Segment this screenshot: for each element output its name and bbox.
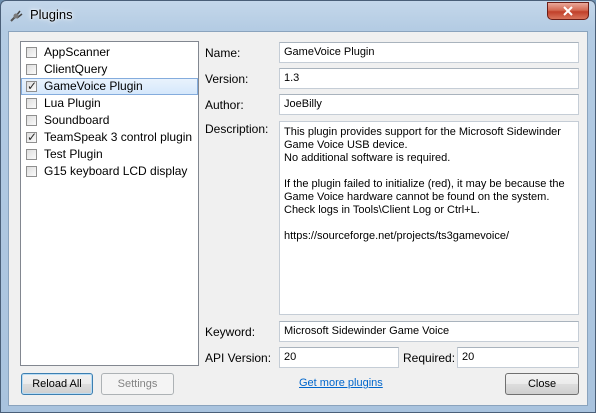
window-title: Plugins: [30, 7, 73, 22]
api-version-field[interactable]: 20: [279, 347, 399, 368]
description-line: No additional software is required.: [284, 152, 451, 164]
required-field[interactable]: 20: [457, 347, 579, 368]
title-bar[interactable]: Plugins: [1, 1, 595, 31]
plugin-enabled-checkbox[interactable]: [26, 64, 37, 75]
description-line: Game Voice hardware cannot be found on t…: [284, 191, 550, 203]
description-line: [284, 217, 574, 230]
window-close-button[interactable]: [547, 2, 589, 20]
name-field[interactable]: GameVoice Plugin: [279, 42, 579, 63]
reload-all-button[interactable]: Reload All: [21, 373, 93, 395]
version-label: Version:: [205, 72, 249, 86]
plugins-window: Plugins AppScanner ClientQuery ✓ GameVoice …: [0, 0, 596, 413]
plugin-list-item[interactable]: Soundboard: [21, 112, 198, 129]
plugin-icon: [10, 10, 23, 22]
plugin-list-item[interactable]: ✓ TeamSpeak 3 control plugin: [21, 129, 198, 146]
plugin-name: Lua Plugin: [44, 96, 101, 110]
plugin-name: ClientQuery: [44, 62, 108, 76]
settings-button[interactable]: Settings: [101, 373, 174, 395]
keyword-field[interactable]: Microsoft Sidewinder Game Voice: [279, 321, 579, 342]
plugin-name: GameVoice Plugin: [44, 79, 143, 93]
author-label: Author:: [205, 98, 244, 112]
get-more-plugins-link[interactable]: Get more plugins: [299, 377, 383, 389]
plugin-enabled-checkbox[interactable]: [26, 115, 37, 126]
description-line: If the plugin failed to initialize (red)…: [284, 178, 565, 190]
plugin-name: Soundboard: [44, 113, 110, 127]
close-button[interactable]: Close: [505, 373, 579, 395]
checkmark-icon: ✓: [27, 79, 38, 93]
plugin-name: G15 keyboard LCD display: [44, 164, 188, 178]
version-field[interactable]: 1.3: [279, 68, 579, 89]
plugin-name: AppScanner: [44, 45, 111, 59]
name-label: Name:: [205, 46, 241, 60]
plugin-enabled-checkbox[interactable]: ✓: [26, 130, 38, 144]
description-field[interactable]: This plugin provides support for the Mic…: [279, 121, 579, 315]
plugin-list-item[interactable]: G15 keyboard LCD display: [21, 163, 198, 180]
plugin-list-item[interactable]: ✓ GameVoice Plugin: [21, 78, 198, 95]
plugin-enabled-checkbox[interactable]: [26, 166, 37, 177]
plugin-list-item[interactable]: AppScanner: [21, 44, 198, 61]
plugin-list-item[interactable]: ClientQuery: [21, 61, 198, 78]
description-line: Check logs in Tools\Client Log or Ctrl+L…: [284, 204, 480, 216]
description-line: https://sourceforge.net/projects/ts3game…: [284, 230, 510, 242]
plugin-list-item[interactable]: Lua Plugin: [21, 95, 198, 112]
dialog-body: AppScanner ClientQuery ✓ GameVoice Plugin Lu…: [8, 31, 588, 406]
description-line: Game Voice USB device.: [284, 139, 408, 151]
plugin-enabled-checkbox[interactable]: [26, 47, 37, 58]
plugin-list-item[interactable]: Test Plugin: [21, 146, 198, 163]
plugin-name: Test Plugin: [44, 147, 103, 161]
required-label: Required:: [403, 351, 456, 365]
author-field[interactable]: JoeBilly: [279, 94, 579, 115]
api-version-label: API Version:: [205, 351, 272, 365]
plugin-name: TeamSpeak 3 control plugin: [44, 130, 193, 144]
plugin-list[interactable]: AppScanner ClientQuery ✓ GameVoice Plugin Lu…: [20, 41, 199, 366]
description-label: Description:: [205, 122, 269, 136]
plugin-enabled-checkbox[interactable]: ✓: [26, 79, 38, 93]
plugin-enabled-checkbox[interactable]: [26, 98, 37, 109]
description-line: This plugin provides support for the Mic…: [284, 126, 561, 138]
keyword-label: Keyword:: [205, 325, 256, 339]
close-icon: [563, 6, 573, 16]
plugin-enabled-checkbox[interactable]: [26, 149, 37, 160]
checkmark-icon: ✓: [27, 130, 38, 144]
description-line: [284, 165, 574, 178]
